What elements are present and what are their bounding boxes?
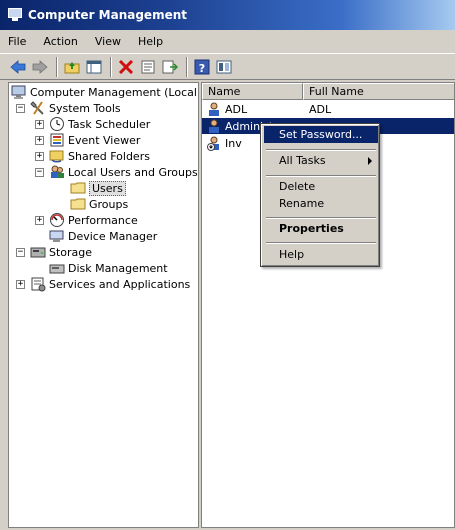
help-icon[interactable]: ? xyxy=(192,57,212,77)
tree-label: Device Manager xyxy=(68,229,158,243)
console-tree: Computer Management (Local) − System Too… xyxy=(8,82,199,528)
clock-icon xyxy=(49,116,65,132)
toolbar: ? xyxy=(0,53,455,80)
menu-bar: File Action View Help xyxy=(0,30,455,52)
shared-folder-icon xyxy=(49,148,65,164)
menu-separator xyxy=(266,175,376,177)
column-header-name[interactable]: Name xyxy=(202,83,303,100)
tree-label: Shared Folders xyxy=(68,149,150,163)
tree-label: Services and Applications xyxy=(49,277,191,291)
expand-toggle[interactable]: + xyxy=(35,216,44,225)
menu-item-all-tasks[interactable]: All Tasks xyxy=(264,152,378,169)
context-menu: Set Password... All Tasks Delete Rename … xyxy=(260,123,380,267)
back-arrow-icon[interactable] xyxy=(8,57,28,77)
storage-icon xyxy=(30,244,46,260)
expand-toggle[interactable]: + xyxy=(35,136,44,145)
tree-label: Event Viewer xyxy=(68,133,141,147)
users-group-icon xyxy=(49,164,65,180)
tree-label: Computer Management (Local) xyxy=(30,85,199,99)
user-icon xyxy=(206,101,222,117)
disabled-user-icon xyxy=(206,135,222,151)
menu-item-rename[interactable]: Rename xyxy=(264,195,378,212)
menu-view[interactable]: View xyxy=(95,35,121,48)
expand-toggle[interactable]: + xyxy=(16,280,25,289)
expand-toggle[interactable]: + xyxy=(35,152,44,161)
tree-item-system-tools[interactable]: System Tools xyxy=(30,100,121,116)
computer-management-icon xyxy=(8,8,24,22)
computer-management-icon xyxy=(11,84,27,100)
tree-item-root[interactable]: Computer Management (Local) xyxy=(11,84,199,100)
delete-icon[interactable] xyxy=(116,57,136,77)
menu-file[interactable]: File xyxy=(8,35,26,48)
tree-item-storage[interactable]: Storage xyxy=(30,244,92,260)
menu-help[interactable]: Help xyxy=(138,35,163,48)
list-item[interactable]: ADL ADL xyxy=(202,101,454,117)
tree-item-disk-management[interactable]: Disk Management xyxy=(49,260,168,276)
services-icon xyxy=(30,276,46,292)
tree-item-users[interactable]: Users xyxy=(70,180,126,196)
tree-label: Users xyxy=(89,180,126,196)
user-name: Inv xyxy=(225,136,242,150)
tree-item-shared-folders[interactable]: Shared Folders xyxy=(49,148,150,164)
export-list-icon[interactable] xyxy=(160,57,180,77)
menu-separator xyxy=(266,217,376,219)
toolbar-separator xyxy=(186,56,188,77)
toolbar-separator xyxy=(110,56,112,77)
menu-item-label: All Tasks xyxy=(279,154,326,167)
window-title: Computer Management xyxy=(28,8,187,22)
tree-label: Local Users and Groups xyxy=(68,165,198,179)
menu-item-properties[interactable]: Properties xyxy=(264,220,378,237)
folder-icon xyxy=(70,196,86,212)
disk-icon xyxy=(49,260,65,276)
tree-label: Storage xyxy=(49,245,93,259)
title-bar: Computer Management xyxy=(0,0,455,30)
tree-item-local-users-groups[interactable]: Local Users and Groups xyxy=(49,164,198,180)
tree-item-performance[interactable]: Performance xyxy=(49,212,138,228)
menu-separator xyxy=(266,242,376,244)
collapse-toggle[interactable]: − xyxy=(35,168,44,177)
tree-label: Disk Management xyxy=(68,261,168,275)
tree-item-task-scheduler[interactable]: Task Scheduler xyxy=(49,116,150,132)
tree-item-device-manager[interactable]: Device Manager xyxy=(49,228,157,244)
toolbar-separator xyxy=(56,56,58,77)
user-name: ADL xyxy=(225,102,248,116)
tree-label: Groups xyxy=(89,197,129,211)
forward-arrow-icon[interactable] xyxy=(30,57,50,77)
show-hide-tree-icon[interactable] xyxy=(84,57,104,77)
menu-item-set-password[interactable]: Set Password... xyxy=(264,126,378,143)
menu-action[interactable]: Action xyxy=(43,35,77,48)
performance-icon xyxy=(49,212,65,228)
tree-item-services-apps[interactable]: Services and Applications xyxy=(30,276,190,292)
column-header-full-name[interactable]: Full Name xyxy=(303,83,454,100)
submenu-arrow-icon xyxy=(368,157,372,165)
tree-label: System Tools xyxy=(49,101,121,115)
menu-separator xyxy=(266,149,376,151)
event-viewer-icon xyxy=(49,132,65,148)
tree-label: Performance xyxy=(68,213,138,227)
up-folder-icon[interactable] xyxy=(62,57,82,77)
user-full-name: ADL xyxy=(309,102,332,116)
tools-icon xyxy=(30,100,46,116)
collapse-toggle[interactable]: − xyxy=(16,104,25,113)
tree-label: Task Scheduler xyxy=(68,117,151,131)
device-manager-icon xyxy=(49,228,65,244)
collapse-toggle[interactable]: − xyxy=(16,248,25,257)
menu-item-help[interactable]: Help xyxy=(264,246,378,263)
folder-icon xyxy=(70,180,86,196)
console-tree-icon[interactable] xyxy=(214,57,234,77)
tree-item-event-viewer[interactable]: Event Viewer xyxy=(49,132,140,148)
svg-text:?: ? xyxy=(199,62,205,75)
menu-item-delete[interactable]: Delete xyxy=(264,178,378,195)
properties-icon[interactable] xyxy=(138,57,158,77)
tree-item-groups[interactable]: Groups xyxy=(70,196,128,212)
expand-toggle[interactable]: + xyxy=(35,120,44,129)
user-icon xyxy=(206,118,222,134)
